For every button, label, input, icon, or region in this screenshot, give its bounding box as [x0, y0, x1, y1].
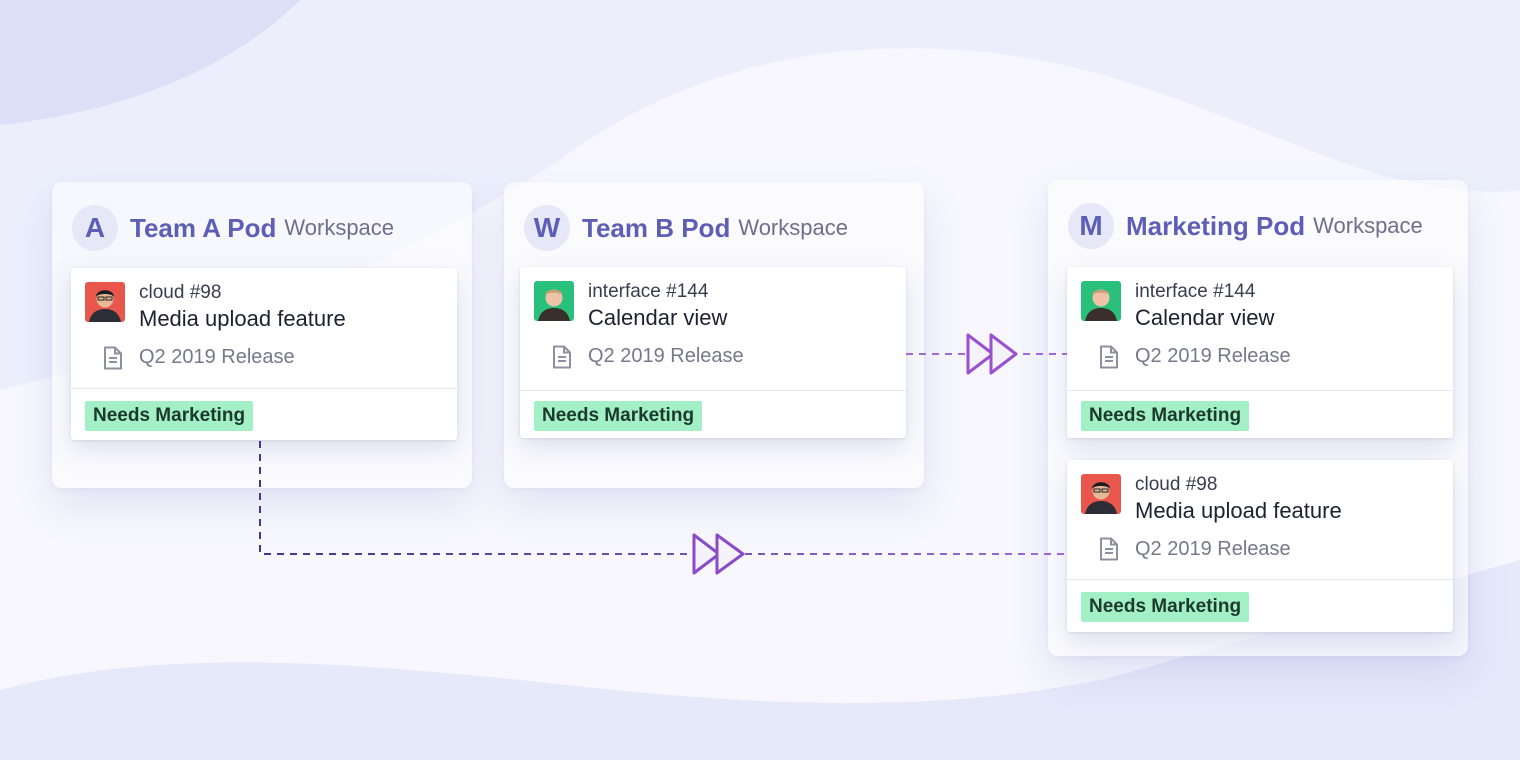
- release-name[interactable]: Q2 2019 Release: [1135, 345, 1291, 368]
- workspace-avatar[interactable]: A: [72, 205, 118, 251]
- issue-title[interactable]: Media upload feature: [1135, 498, 1342, 524]
- workspace-header: W Team B Pod Workspace: [524, 204, 848, 252]
- issue-reference[interactable]: interface #144: [588, 281, 708, 303]
- label-badge[interactable]: Needs Marketing: [534, 401, 703, 431]
- user-avatar[interactable]: [534, 281, 574, 321]
- release-name[interactable]: Q2 2019 Release: [588, 345, 744, 368]
- issue-card[interactable]: cloud #98 Media upload feature Q2 2019 R…: [1067, 460, 1453, 632]
- issue-card[interactable]: cloud #98 Media upload feature Q2 2019 R…: [71, 268, 457, 440]
- workspace-name[interactable]: Team B Pod: [582, 213, 730, 244]
- card-divider: [520, 390, 906, 391]
- release-name[interactable]: Q2 2019 Release: [139, 346, 295, 369]
- issue-reference[interactable]: cloud #98: [1135, 474, 1217, 496]
- workspace-header: M Marketing Pod Workspace: [1068, 202, 1423, 250]
- card-divider: [71, 388, 457, 389]
- issue-card[interactable]: interface #144 Calendar view Q2 2019 Rel…: [520, 267, 906, 438]
- issue-card[interactable]: interface #144 Calendar view Q2 2019 Rel…: [1067, 267, 1453, 438]
- workspace-type: Workspace: [284, 215, 395, 240]
- release-name[interactable]: Q2 2019 Release: [1135, 538, 1291, 561]
- label-badge[interactable]: Needs Marketing: [1081, 401, 1250, 431]
- workspace-type: Workspace: [1313, 213, 1423, 238]
- issue-title[interactable]: Calendar view: [588, 305, 727, 331]
- user-avatar[interactable]: [1081, 281, 1121, 321]
- document-icon: [1099, 345, 1119, 374]
- document-icon: [1099, 537, 1119, 566]
- label-badge[interactable]: Needs Marketing: [1081, 592, 1250, 622]
- workspace-avatar[interactable]: W: [524, 205, 570, 251]
- workspace-name[interactable]: Marketing Pod: [1126, 211, 1305, 242]
- issue-reference[interactable]: cloud #98: [139, 282, 221, 304]
- document-icon: [103, 346, 123, 375]
- workspace-name[interactable]: Team A Pod: [130, 213, 276, 244]
- issue-title[interactable]: Calendar view: [1135, 305, 1274, 331]
- document-icon: [552, 345, 572, 374]
- workspace-header: A Team A Pod Workspace: [72, 204, 394, 252]
- issue-title[interactable]: Media upload feature: [139, 306, 346, 332]
- label-badge[interactable]: Needs Marketing: [85, 401, 254, 431]
- workspace-avatar[interactable]: M: [1068, 203, 1114, 249]
- workspace-type: Workspace: [738, 215, 848, 240]
- user-avatar[interactable]: [1081, 474, 1121, 514]
- issue-reference[interactable]: interface #144: [1135, 281, 1255, 303]
- card-divider: [1067, 579, 1453, 580]
- card-divider: [1067, 390, 1453, 391]
- user-avatar[interactable]: [85, 282, 125, 322]
